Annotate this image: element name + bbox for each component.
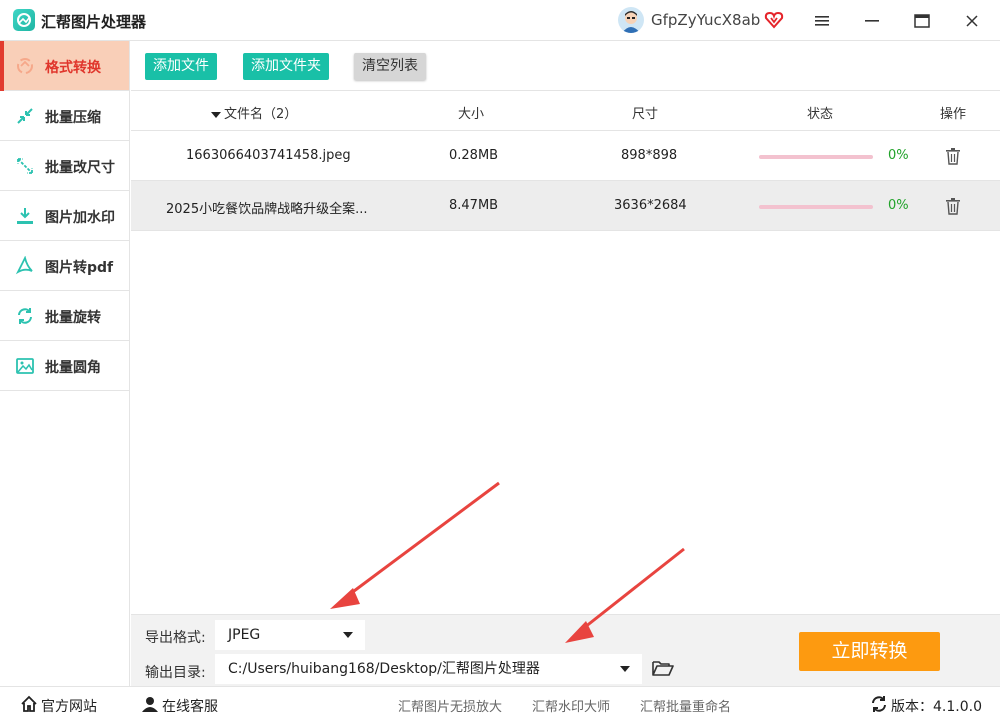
chevron-down-icon bbox=[343, 632, 353, 638]
resize-icon bbox=[17, 158, 33, 174]
progress-bar bbox=[759, 205, 873, 209]
convert-now-button[interactable]: 立即转换 bbox=[799, 632, 940, 671]
user-avatar[interactable] bbox=[618, 7, 644, 33]
column-header-name: 文件名（2） bbox=[224, 107, 298, 122]
sidebar-item-label: 图片加水印 bbox=[45, 210, 115, 226]
product-link[interactable]: 汇帮图片无损放大 bbox=[398, 696, 502, 715]
sidebar-item-label: 批量旋转 bbox=[45, 310, 101, 326]
chevron-down-icon bbox=[620, 666, 630, 672]
sort-name-header[interactable]: 文件名（2） bbox=[211, 103, 297, 122]
sidebar-item-label: 格式转换 bbox=[45, 60, 101, 76]
toolbar: 添加文件 添加文件夹 清空列表 bbox=[131, 41, 1000, 91]
format-label: 导出格式: bbox=[145, 630, 206, 646]
table-header: 文件名（2） 大小 尺寸 状态 操作 bbox=[131, 91, 1000, 131]
column-header-size: 大小 bbox=[458, 107, 485, 122]
sort-down-icon bbox=[211, 111, 221, 118]
maximize-icon[interactable] bbox=[911, 10, 933, 32]
delete-icon[interactable] bbox=[945, 197, 961, 215]
add-folder-button[interactable]: 添加文件夹 bbox=[243, 53, 329, 80]
product-link[interactable]: 汇帮水印大师 bbox=[532, 696, 610, 715]
table-row[interactable]: 2025小吃餐饮品牌战略升级全案... 8.47MB 3636*2684 0% bbox=[131, 181, 1000, 231]
file-dimensions: 3636*2684 bbox=[614, 198, 687, 213]
clear-list-button[interactable]: 清空列表 bbox=[354, 53, 426, 80]
file-table: 文件名（2） 大小 尺寸 状态 操作 1663066403741458.jpeg… bbox=[131, 91, 1000, 231]
sidebar-item-format-convert[interactable]: 格式转换 bbox=[0, 41, 129, 91]
product-link[interactable]: 汇帮批量重命名 bbox=[640, 696, 731, 715]
sidebar-item-label: 图片转pdf bbox=[45, 260, 114, 276]
app-logo-icon bbox=[13, 9, 35, 31]
compress-icon bbox=[17, 108, 33, 124]
sidebar-item-label: 批量压缩 bbox=[45, 110, 101, 126]
column-header-status: 状态 bbox=[807, 107, 834, 122]
file-size: 8.47MB bbox=[449, 198, 499, 213]
sidebar-item-resize[interactable]: 批量改尺寸 bbox=[0, 141, 129, 191]
output-dir-value: C:/Users/huibang168/Desktop/汇帮图片处理器 bbox=[228, 661, 540, 677]
format-value: JPEG bbox=[228, 627, 261, 643]
watermark-icon bbox=[17, 208, 33, 224]
column-header-action: 操作 bbox=[940, 107, 967, 122]
file-size: 0.28MB bbox=[449, 148, 499, 163]
rotate-icon bbox=[18, 308, 32, 324]
delete-icon[interactable] bbox=[945, 147, 961, 165]
app-title: 汇帮图片处理器 bbox=[41, 13, 147, 31]
refresh-icon[interactable] bbox=[870, 695, 888, 713]
annotation-arrow bbox=[330, 481, 500, 609]
file-dimensions: 898*898 bbox=[621, 148, 678, 163]
format-convert-icon bbox=[17, 58, 33, 74]
format-select[interactable]: JPEG bbox=[215, 620, 365, 650]
output-settings: 导出格式: JPEG 输出目录: C:/Users/huibang168/Des… bbox=[131, 614, 1000, 686]
sidebar-item-compress[interactable]: 批量压缩 bbox=[0, 91, 129, 141]
online-support-link[interactable]: 在线客服 bbox=[162, 696, 218, 716]
sidebar-item-rotate[interactable]: 批量旋转 bbox=[0, 291, 129, 341]
progress-percent: 0% bbox=[888, 148, 909, 163]
dir-label: 输出目录: bbox=[145, 665, 206, 681]
close-icon[interactable] bbox=[961, 10, 983, 32]
version-label: 版本：4.1.0.0 bbox=[891, 699, 982, 715]
progress-percent: 0% bbox=[888, 198, 909, 213]
output-dir-select[interactable]: C:/Users/huibang168/Desktop/汇帮图片处理器 bbox=[215, 654, 642, 684]
vip-heart-icon[interactable] bbox=[764, 10, 784, 30]
menu-icon[interactable] bbox=[811, 10, 833, 32]
username[interactable]: GfpZyYucX8ab bbox=[651, 11, 760, 29]
official-website-link[interactable]: 官方网站 bbox=[41, 696, 97, 716]
file-name: 2025小吃餐饮品牌战略升级全案... bbox=[166, 202, 368, 217]
minimize-icon[interactable] bbox=[861, 10, 883, 32]
sidebar-item-label: 批量改尺寸 bbox=[45, 160, 115, 176]
pdf-icon bbox=[15, 256, 33, 275]
table-row[interactable]: 1663066403741458.jpeg 0.28MB 898*898 0% bbox=[131, 131, 1000, 181]
customer-service-icon bbox=[142, 697, 158, 712]
rounded-corner-icon bbox=[16, 358, 34, 374]
sidebar-item-rounded-corner[interactable]: 批量圆角 bbox=[0, 341, 129, 391]
home-icon bbox=[21, 695, 37, 712]
sidebar-item-to-pdf[interactable]: 图片转pdf bbox=[0, 241, 129, 291]
sidebar: 格式转换 批量压缩 批量改尺寸 图片加水印 图片转pdf 批量旋转 批量圆角 bbox=[0, 41, 130, 686]
sidebar-item-watermark[interactable]: 图片加水印 bbox=[0, 191, 129, 241]
folder-open-icon[interactable] bbox=[652, 659, 674, 677]
status-bar: 官方网站 在线客服 汇帮图片无损放大 汇帮水印大师 汇帮批量重命名 版本：4.1… bbox=[0, 686, 1000, 720]
add-file-button[interactable]: 添加文件 bbox=[145, 53, 217, 80]
title-bar: 汇帮图片处理器 GfpZyYucX8ab bbox=[0, 0, 1000, 41]
column-header-dimensions: 尺寸 bbox=[632, 107, 659, 122]
sidebar-item-label: 批量圆角 bbox=[45, 360, 101, 376]
file-name: 1663066403741458.jpeg bbox=[186, 148, 351, 163]
progress-bar bbox=[759, 155, 873, 159]
